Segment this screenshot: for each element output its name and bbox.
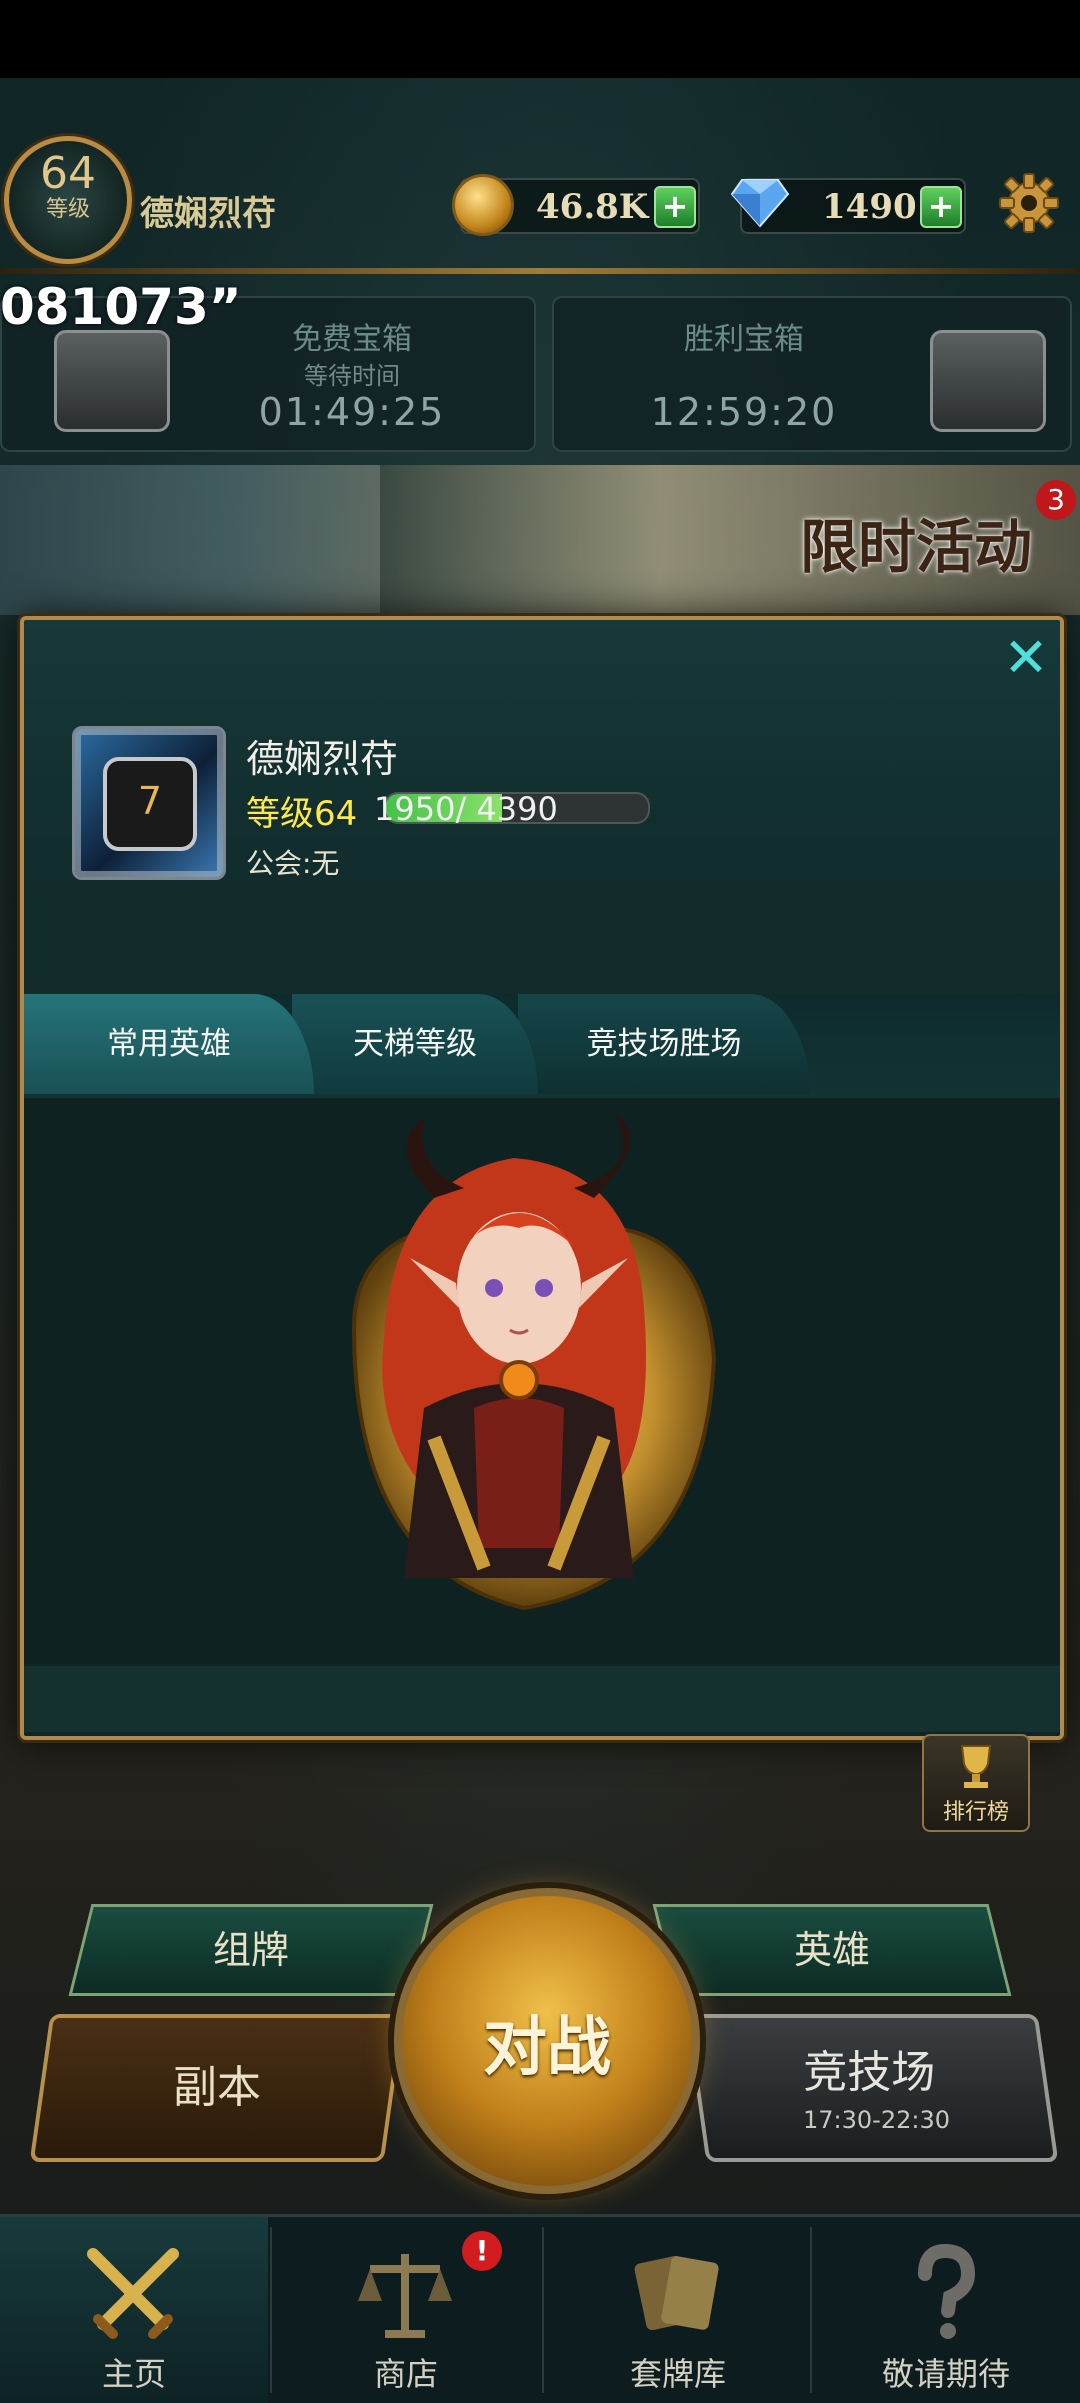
- nav-shop[interactable]: ! 商店: [272, 2217, 540, 2403]
- player-profile-dialog: ✕ 7 德娴烈苻 等级64 1950/ 4390 公会:无 竞技场胜场 天梯等级…: [20, 616, 1064, 1740]
- profile-player-name: 德娴烈苻: [246, 737, 399, 781]
- gold-counter: 46.8K +: [452, 174, 700, 236]
- chest-icon: [930, 330, 1046, 432]
- dungeon-button[interactable]: 副本: [29, 2014, 405, 2162]
- diamond-icon: [730, 179, 790, 228]
- player-level-number: 64: [40, 148, 96, 199]
- hud-divider: [0, 268, 1080, 274]
- bottom-navigation: 主页 ! 商店 套牌库 敬请期待: [0, 2214, 1080, 2403]
- deck-builder-label: 组牌: [212, 1928, 289, 1972]
- victory-chest-panel[interactable]: 胜利宝箱 12:59:20: [552, 296, 1072, 452]
- tab-arena-wins[interactable]: 竞技场胜场: [518, 994, 810, 1094]
- profile-tabs: 竞技场胜场 天梯等级 常用英雄: [24, 994, 1060, 1472]
- gold-coin-icon: [452, 174, 514, 236]
- victory-chest-timer: 12:59:20: [650, 390, 838, 434]
- status-bar: [0, 0, 1080, 78]
- battle-button[interactable]: 对战: [394, 1888, 700, 2194]
- gold-value: 46.8K: [536, 187, 649, 227]
- chest-icon: [54, 330, 170, 432]
- nav-coming-soon[interactable]: 敬请期待: [812, 2217, 1080, 2403]
- arena-label: 竞技场: [803, 2047, 936, 2098]
- victory-chest-title: 胜利宝箱: [684, 322, 804, 357]
- arena-open-time: 17:30-22:30: [802, 2106, 950, 2134]
- arena-button[interactable]: 竞技场 17:30-22:30: [685, 2014, 1059, 2162]
- hero-portrait[interactable]: [314, 1108, 734, 1628]
- nav-deck-label: 套牌库: [629, 2355, 726, 2393]
- event-notification-badge: 3: [1036, 480, 1076, 520]
- deck-builder-button[interactable]: 组牌: [68, 1904, 434, 1996]
- gear-icon[interactable]: [996, 170, 1062, 236]
- free-chest-timer: 01:49:25: [258, 390, 446, 434]
- ranking-label: 排行榜: [942, 1800, 1009, 1825]
- player-name[interactable]: 德娴烈苻: [140, 186, 276, 235]
- nav-deck-library[interactable]: 套牌库: [544, 2217, 812, 2403]
- guild-label: 公会:无: [246, 847, 340, 880]
- dialog-footer: [24, 1666, 1060, 1732]
- player-level-caption: 等级: [45, 197, 90, 222]
- profile-level-label: 等级64: [246, 794, 358, 834]
- crossed-swords-icon: [87, 2248, 179, 2339]
- add-gold-button[interactable]: +: [654, 186, 696, 228]
- common-heroes-panel: [24, 1098, 1060, 1664]
- heroes-button[interactable]: 英雄: [652, 1904, 1012, 1996]
- avatar-level-frame: 7: [103, 757, 197, 851]
- background-art-left: [0, 465, 380, 615]
- shop-notification-badge: !: [462, 2231, 502, 2271]
- ranking-button[interactable]: 排行榜: [922, 1734, 1030, 1832]
- avatar-level: 7: [137, 779, 163, 823]
- xp-text: 1950/ 4390: [374, 790, 558, 828]
- scales-icon: [358, 2254, 452, 2338]
- player-avatar: 7: [72, 726, 226, 880]
- dungeon-label: 副本: [173, 2062, 261, 2113]
- add-gems-button[interactable]: +: [920, 186, 962, 228]
- nav-home[interactable]: 主页: [0, 2217, 268, 2403]
- battle-label: 对战: [483, 2010, 611, 2085]
- heroes-label: 英雄: [793, 1928, 870, 1972]
- overlay-code-text: 081073”: [0, 278, 242, 336]
- nav-shop-label: 商店: [373, 2355, 438, 2393]
- player-level-badge[interactable]: 64 等级: [4, 136, 132, 264]
- tab-common-heroes[interactable]: 常用英雄: [24, 994, 314, 1094]
- gem-counter: 1490 +: [730, 178, 966, 234]
- cards-icon: [634, 2255, 719, 2331]
- nav-coming-soon-label: 敬请期待: [881, 2355, 1010, 2393]
- limited-event-title[interactable]: 限时活动: [800, 500, 1032, 584]
- free-chest-subtitle: 等待时间: [304, 362, 400, 390]
- close-button[interactable]: ✕: [1000, 631, 1052, 686]
- gem-value: 1490: [822, 187, 917, 227]
- trophy-icon: [960, 1745, 992, 1788]
- nav-home-label: 主页: [101, 2355, 166, 2393]
- tab-ladder-rank[interactable]: 天梯等级: [292, 994, 538, 1094]
- question-mark-icon: [918, 2243, 976, 2339]
